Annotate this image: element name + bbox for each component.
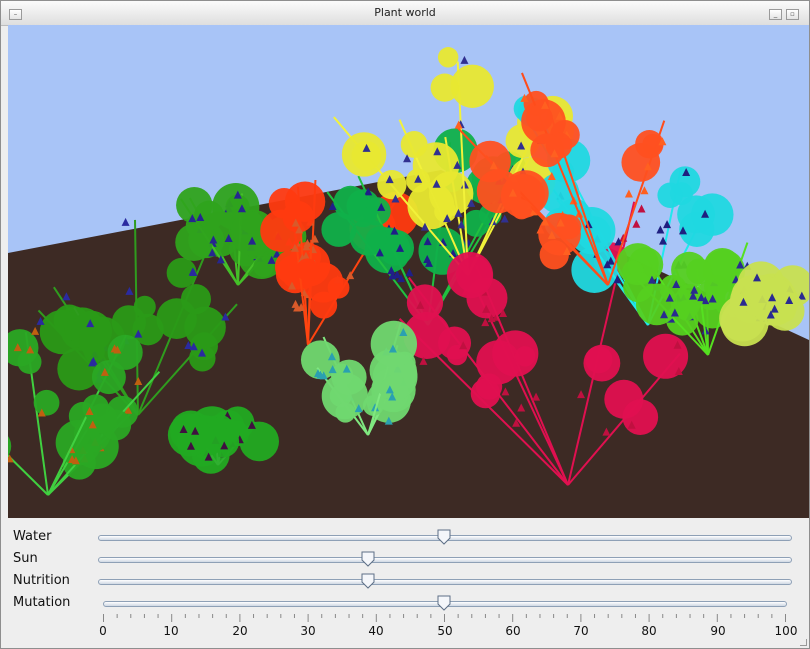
tick-label: 10 — [163, 624, 179, 638]
plant-leaf — [406, 284, 444, 321]
plant-leaf — [167, 413, 211, 457]
plant-leaf — [643, 333, 689, 379]
mutation-label: Mutation — [13, 595, 71, 610]
plant-leaf — [530, 133, 565, 168]
plant-leaf — [377, 169, 407, 200]
tick-label: 0 — [99, 624, 107, 638]
tick-label: 70 — [573, 624, 589, 638]
plant-leaf — [400, 131, 428, 158]
sun-label: Sun — [13, 551, 38, 566]
plant-leaf — [437, 47, 459, 68]
tick-label: 60 — [505, 624, 521, 638]
title-bar[interactable]: – Plant world _ ▫ — [1, 1, 809, 26]
plant-leaf — [175, 223, 213, 261]
plant-leaf — [335, 402, 356, 423]
plant-scene[interactable] — [8, 25, 809, 518]
plant-world-window: – Plant world _ ▫ Water Sun Nutrition Mu… — [0, 0, 810, 649]
plant-leaf — [446, 251, 494, 299]
plant-leaf — [176, 186, 213, 224]
plant-leaf — [514, 346, 536, 367]
tick-label: 50 — [437, 624, 453, 638]
plant-leaf — [585, 346, 613, 374]
mutation-slider-thumb[interactable] — [437, 595, 451, 611]
sun-slider[interactable] — [98, 557, 792, 563]
window-title: Plant world — [374, 6, 436, 19]
plant-leaf — [321, 212, 357, 247]
tick-label: 80 — [641, 624, 657, 638]
plant-leaf — [407, 182, 455, 230]
plant-leaf — [180, 284, 212, 315]
plant-leaf — [691, 193, 734, 236]
scale-ticks — [103, 614, 786, 622]
tick-label: 30 — [300, 624, 316, 638]
tick-label: 20 — [232, 624, 248, 638]
plant-leaf — [82, 394, 109, 421]
nutrition-label: Nutrition — [13, 573, 70, 588]
plant-leaf — [511, 199, 532, 220]
plant-leaf — [370, 320, 418, 368]
plant-leaf — [91, 360, 126, 395]
resize-grip[interactable] — [800, 639, 807, 646]
plant-leaf — [657, 182, 683, 208]
tick-label: 40 — [368, 624, 384, 638]
water-slider-thumb[interactable] — [437, 529, 451, 545]
plant-leaf — [133, 295, 156, 318]
plant-leaf — [240, 211, 263, 234]
plant-leaf — [430, 73, 459, 102]
close-icon[interactable]: ▫ — [786, 9, 799, 20]
plant-leaf — [341, 132, 387, 177]
water-label: Water — [13, 529, 52, 544]
plant-3d-viewport[interactable] — [8, 25, 809, 518]
plant-leaf — [686, 258, 713, 285]
plant-leaf — [33, 389, 60, 416]
nutrition-slider-thumb[interactable] — [361, 573, 375, 589]
minimize-icon[interactable]: _ — [769, 9, 782, 20]
sun-slider-thumb[interactable] — [361, 551, 375, 567]
plant-leaf — [623, 272, 654, 303]
tick-label: 90 — [710, 624, 726, 638]
controls-panel: Water Sun Nutrition Mutation — [1, 518, 809, 648]
plant-leaf — [470, 378, 501, 409]
plant-leaf — [296, 258, 319, 282]
nutrition-slider[interactable] — [98, 579, 792, 585]
tick-label: 100 — [774, 624, 798, 638]
plant-leaf — [622, 399, 659, 435]
